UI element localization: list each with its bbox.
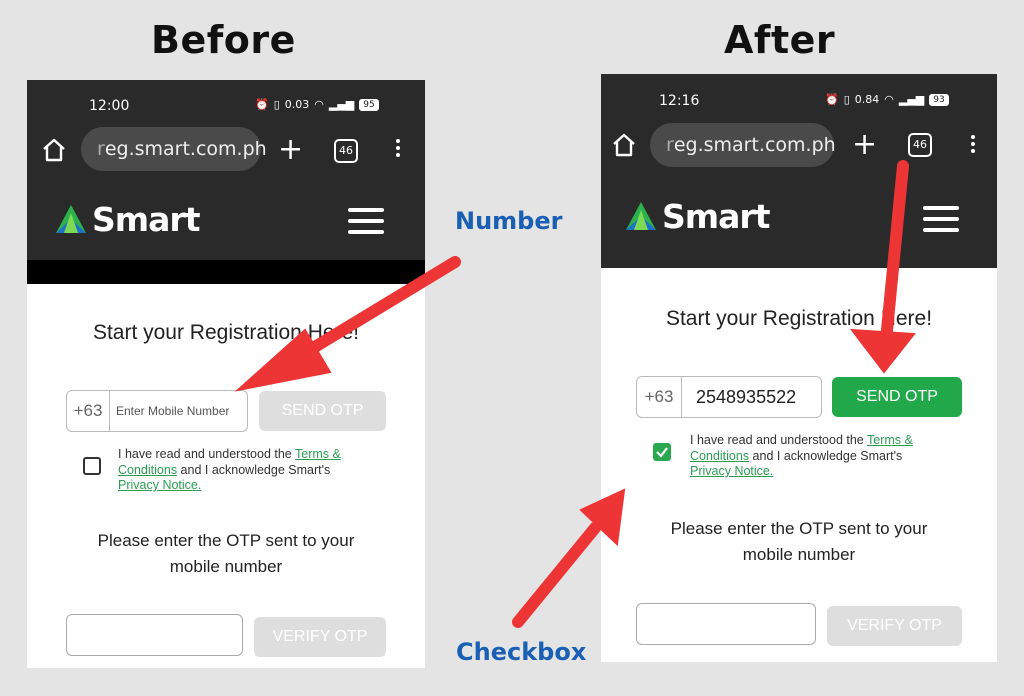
hamburger-menu-icon[interactable] [923,206,959,239]
otp-instruction-line1: Please enter the OTP sent to your [670,519,928,538]
alarm-icon: ⏰ [825,93,839,106]
smart-logo-icon [626,201,656,230]
net-speed: 0.03 [284,98,310,111]
privacy-link[interactable]: Privacy Notice. [118,478,201,492]
wifi-icon: ◠ [314,98,324,111]
tabs-count-icon[interactable]: 46 [908,133,932,157]
mobile-number-input[interactable]: Enter Mobile Number [110,390,248,432]
nav-black-bar [27,260,425,284]
terms-pre: I have read and understood the [118,447,295,461]
terms-mid: and I acknowledge Smart's [177,462,331,477]
checkbox-callout: Checkbox [456,638,587,666]
terms-checkbox[interactable] [83,457,101,475]
otp-instruction-line2: mobile number [169,557,283,576]
terms-text: I have read and understood the Terms & C… [690,433,940,480]
verify-otp-button[interactable]: VERIFY OTP [827,606,962,646]
url-text: eg.smart.com.ph [104,138,267,160]
otp-instruction: Please enter the OTP sent to your mobile… [27,528,425,580]
country-code: +63 [636,376,682,418]
browser-header: 12:16 ⏰ ▯ 0.84 ◠ ▂▄▆ 93 r eg.smart.com.ph… [601,74,997,268]
net-speed: 0.84 [854,93,880,106]
status-icons: ⏰ ▯ 0.84 ◠ ▂▄▆ 93 [825,93,949,106]
status-time: 12:16 [659,93,700,109]
number-callout: Number [455,207,563,235]
hamburger-menu-icon[interactable] [348,208,384,241]
terms-pre: I have read and understood the [690,433,867,447]
signal-icon: ▂▄▆ [328,98,355,111]
wifi-icon: ◠ [884,93,894,106]
privacy-link[interactable]: Privacy Notice. [690,464,773,478]
registration-title: Start your Registration Here! [665,307,933,330]
more-menu-icon[interactable] [970,132,976,156]
vibrate-icon: ▯ [843,93,850,106]
more-menu-icon[interactable] [395,136,401,160]
status-time: 12:00 [89,98,130,114]
url-prefix: r [666,134,674,156]
verify-otp-button[interactable]: VERIFY OTP [254,617,386,657]
send-otp-button[interactable]: SEND OTP [832,377,962,417]
mobile-number-input[interactable]: 2548935522 [682,376,822,418]
smart-logo-text: Smart [662,197,770,236]
before-phone-screenshot: 12:00 ⏰ ▯ 0.03 ◠ ▂▄▆ 95 r eg.smart.com.ph… [27,80,425,668]
url-text: eg.smart.com.ph [673,134,836,156]
tabs-count-icon[interactable]: 46 [334,139,358,163]
otp-instruction-line2: mobile number [742,545,856,564]
browser-header: 12:00 ⏰ ▯ 0.03 ◠ ▂▄▆ 95 r eg.smart.com.ph… [27,80,425,260]
vibrate-icon: ▯ [273,98,280,111]
new-tab-icon[interactable]: + [278,135,303,165]
terms-text: I have read and understood the Terms & C… [118,447,368,494]
country-code: +63 [66,390,110,432]
battery-icon: 93 [929,93,949,106]
smart-logo[interactable]: Smart [52,200,200,239]
after-phone-screenshot: 12:16 ⏰ ▯ 0.84 ◠ ▂▄▆ 93 r eg.smart.com.ph… [601,74,997,662]
new-tab-icon[interactable]: + [852,130,877,160]
smart-logo[interactable]: Smart [622,197,770,236]
smart-logo-icon [56,204,86,233]
before-heading: Before [151,18,296,62]
after-heading: After [724,18,836,62]
status-icons: ⏰ ▯ 0.03 ◠ ▂▄▆ 95 [255,98,379,111]
otp-input[interactable] [636,603,816,645]
url-bar[interactable]: r eg.smart.com.ph [81,127,267,171]
registration-title: Start your Registration Here! [92,321,360,344]
checkmark-icon [656,447,668,458]
smart-logo-text: Smart [92,200,200,239]
otp-instruction: Please enter the OTP sent to your mobile… [601,516,997,568]
send-otp-button[interactable]: SEND OTP [259,391,386,431]
home-icon[interactable] [41,137,67,163]
terms-checkbox[interactable] [653,443,671,461]
home-icon[interactable] [611,132,637,158]
otp-instruction-line1: Please enter the OTP sent to your [97,531,355,550]
alarm-icon: ⏰ [255,98,269,111]
url-bar[interactable]: r eg.smart.com.ph [650,123,836,167]
otp-input[interactable] [66,614,243,656]
battery-icon: 95 [359,98,379,111]
signal-icon: ▂▄▆ [898,93,925,106]
url-prefix: r [97,138,105,160]
arrow-checkbox [512,522,601,628]
terms-mid: and I acknowledge Smart's [749,448,903,463]
